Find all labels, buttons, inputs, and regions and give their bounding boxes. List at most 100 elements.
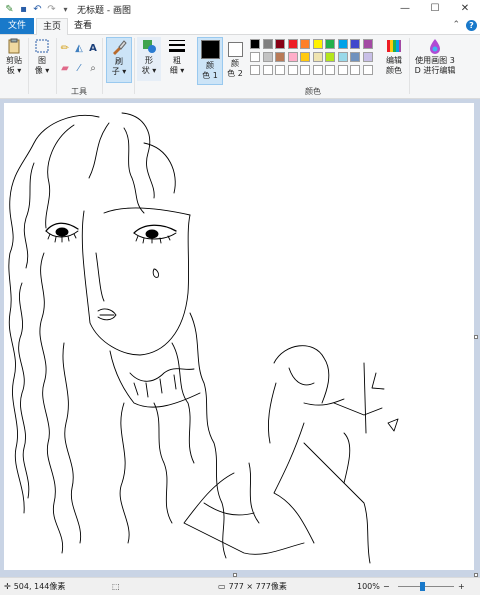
eraser-icon[interactable]: ▰ — [59, 63, 71, 75]
paste-label-2: 板 ▾ — [6, 66, 22, 75]
selection-icon: ⬚ — [112, 582, 120, 591]
paste-button[interactable]: 剪贴 板 ▾ — [3, 37, 25, 76]
colors-group-label: 颜色 — [305, 87, 321, 96]
color1-button[interactable]: 颜 色 1 — [197, 37, 223, 85]
pencil-icon[interactable]: ✏ — [59, 43, 71, 55]
tab-file[interactable]: 文件 — [0, 18, 34, 34]
palette-swatch[interactable] — [300, 52, 310, 62]
minimize-button[interactable]: — — [390, 0, 420, 18]
color1-label-2: 色 1 — [202, 71, 218, 80]
save-icon[interactable]: ▪ — [18, 4, 29, 15]
palette-swatch[interactable] — [325, 65, 335, 75]
image-label-1: 图 — [38, 56, 46, 65]
tab-view[interactable]: 查看 — [68, 18, 98, 34]
paint3d-button[interactable]: 使用画图 3 D 进行编辑 — [412, 37, 458, 76]
image-button[interactable]: 图 像 ▾ — [31, 37, 53, 76]
quick-access-toolbar: ✎ ▪ ↶ ↷ ▾ — [0, 4, 71, 15]
group-separator — [28, 38, 29, 94]
palette-swatch[interactable] — [262, 39, 273, 49]
window-title: 无标题 - 画图 — [77, 5, 131, 16]
clipboard-icon — [8, 38, 20, 54]
cursor-position: ✛ 504, 144像素 — [4, 578, 65, 595]
drawing-canvas[interactable] — [4, 103, 474, 570]
palette-swatch[interactable] — [362, 39, 373, 49]
palette-swatch[interactable] — [300, 39, 310, 49]
zoom-slider-thumb[interactable] — [420, 582, 425, 591]
palette-swatch[interactable] — [337, 39, 348, 49]
brush-icon — [113, 40, 127, 55]
canvas-area[interactable] — [0, 99, 480, 577]
palette-swatch[interactable] — [300, 65, 310, 75]
zoom-in-button[interactable]: + — [458, 578, 465, 595]
palette-swatch[interactable] — [287, 65, 298, 75]
text-icon[interactable]: A — [87, 43, 99, 55]
palette-swatch[interactable] — [287, 52, 298, 62]
fill-icon[interactable]: ◭ — [73, 43, 85, 55]
palette-swatch[interactable] — [337, 52, 348, 62]
palette-swatch[interactable] — [287, 39, 298, 49]
palette-swatch[interactable] — [362, 52, 373, 62]
help-button[interactable]: ? — [466, 20, 477, 31]
maximize-button[interactable]: ☐ — [420, 0, 450, 18]
palette-swatch[interactable] — [350, 52, 360, 62]
group-separator — [56, 38, 57, 94]
collapse-ribbon-icon[interactable]: ⌃ — [452, 20, 460, 30]
zoom-out-button[interactable]: − — [383, 578, 390, 595]
palette-swatch[interactable] — [350, 39, 360, 49]
palette-swatch[interactable] — [262, 52, 273, 62]
size-label-1: 粗 — [173, 56, 181, 65]
sketch-drawing — [8, 112, 399, 564]
palette-swatch[interactable] — [337, 65, 348, 75]
group-separator — [102, 38, 103, 94]
palette-swatch[interactable] — [362, 65, 373, 75]
palette-swatch[interactable] — [325, 39, 335, 49]
paint3d-label-1: 使用画图 3 — [415, 56, 455, 65]
close-button[interactable]: ✕ — [450, 0, 480, 18]
color2-swatch — [227, 42, 243, 57]
title-bar: ✎ ▪ ↶ ↷ ▾ 无标题 - 画图 — ☐ ✕ — [0, 0, 480, 18]
palette-swatch[interactable] — [250, 39, 260, 49]
magnifier-icon[interactable]: ⌕ — [87, 63, 99, 75]
edit-colors-button[interactable]: 编辑 颜色 — [381, 37, 407, 76]
color2-button[interactable]: 颜 色 2 — [225, 37, 245, 79]
edit-colors-label-1: 编辑 — [386, 56, 402, 65]
edit-colors-label-2: 颜色 — [386, 66, 402, 75]
color2-label-1: 颜 — [231, 59, 239, 68]
palette-swatch[interactable] — [275, 52, 285, 62]
palette-swatch[interactable] — [312, 52, 323, 62]
redo-icon[interactable]: ↷ — [46, 4, 57, 15]
customize-dropdown-icon[interactable]: ▾ — [60, 4, 71, 15]
cursor-position-text: 504, 144像素 — [13, 582, 66, 591]
select-icon — [35, 39, 49, 53]
palette-swatch[interactable] — [350, 65, 360, 75]
image-label-2: 像 ▾ — [34, 66, 50, 75]
palette-swatch[interactable] — [325, 52, 335, 62]
brushes-button[interactable]: 刷 子 ▾ — [106, 37, 132, 83]
color1-label-1: 颜 — [206, 61, 214, 70]
palette-swatch[interactable] — [250, 65, 260, 75]
color2-label-2: 色 2 — [227, 69, 243, 78]
palette-swatch[interactable] — [275, 39, 285, 49]
palette-swatch[interactable] — [250, 52, 260, 62]
ribbon: 剪贴 板 ▾ 图 像 ▾ ✏ ◭ A ▰ ⁄ ⌕ 工具 刷 子 ▾ 形 状 ▾ … — [0, 35, 480, 99]
resize-handle-right[interactable] — [474, 335, 478, 339]
palette-swatch[interactable] — [275, 65, 285, 75]
group-separator — [134, 38, 135, 94]
undo-icon[interactable]: ↶ — [32, 4, 43, 15]
palette-swatch[interactable] — [312, 65, 323, 75]
paint-app-icon[interactable]: ✎ — [4, 4, 15, 15]
shapes-button[interactable]: 形 状 ▾ — [137, 37, 161, 81]
brushes-label-1: 刷 — [115, 57, 123, 66]
palette-swatch[interactable] — [262, 65, 273, 75]
size-button[interactable]: 粗 细 ▾ — [165, 37, 189, 76]
shapes-icon — [143, 40, 156, 53]
tab-home[interactable]: 主页 — [36, 18, 68, 35]
zoom-slider-track[interactable] — [398, 586, 454, 587]
palette-swatch[interactable] — [312, 39, 323, 49]
color-picker-icon[interactable]: ⁄ — [73, 63, 85, 75]
status-bar: ✛ 504, 144像素 ⬚ ▭ 777 × 777像素 100% − + — [0, 577, 480, 595]
zoom-level: 100% — [357, 578, 380, 595]
size-label-2: 细 ▾ — [169, 66, 185, 75]
ribbon-tabs: 文件 主页 查看 ⌃ ? — [0, 18, 480, 35]
paint3d-label-2: D 进行编辑 — [414, 66, 456, 75]
